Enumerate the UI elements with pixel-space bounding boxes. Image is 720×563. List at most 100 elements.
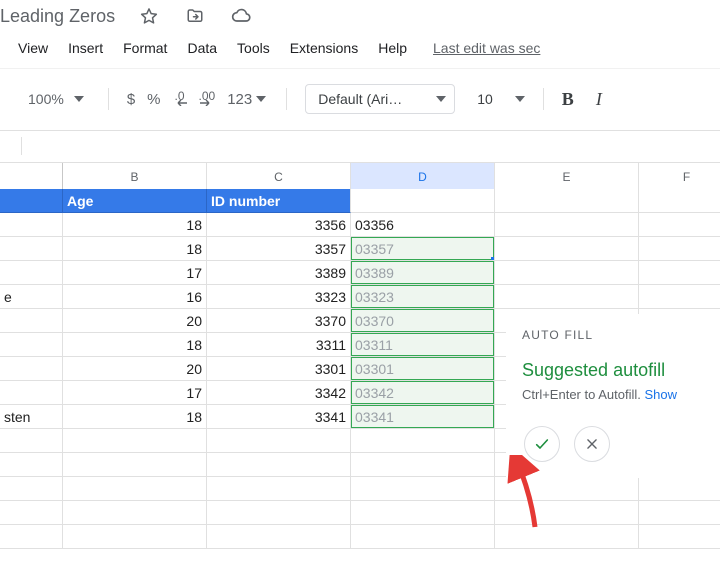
column-header-F[interactable]: F <box>639 163 720 190</box>
font-family-dropdown[interactable]: Default (Ari… <box>305 84 455 114</box>
autofill-suggestion-cell[interactable]: 03370 <box>351 309 495 333</box>
menu-help[interactable]: Help <box>378 40 407 56</box>
menu-insert[interactable]: Insert <box>68 40 103 56</box>
cell[interactable] <box>495 477 639 501</box>
autofill-accept-button[interactable] <box>524 426 560 462</box>
cell[interactable] <box>0 477 63 501</box>
cell[interactable] <box>495 261 639 285</box>
cloud-status-icon[interactable] <box>229 4 253 28</box>
cell[interactable] <box>495 237 639 261</box>
autofill-suggestion-cell[interactable]: 03301 <box>351 357 495 381</box>
cell[interactable]: 18 <box>63 405 207 429</box>
cell[interactable]: 3341 <box>207 405 351 429</box>
italic-button[interactable]: I <box>596 89 602 110</box>
column-header-stub[interactable] <box>0 163 63 190</box>
column-header-B[interactable]: B <box>63 163 207 190</box>
cell[interactable] <box>0 381 63 405</box>
cell[interactable] <box>207 525 351 549</box>
cell[interactable] <box>207 453 351 477</box>
cell[interactable]: 03356 <box>351 213 495 237</box>
cell[interactable] <box>0 357 63 381</box>
cell[interactable] <box>495 285 639 309</box>
cell[interactable] <box>639 213 720 237</box>
cell[interactable] <box>351 525 495 549</box>
cell[interactable] <box>63 477 207 501</box>
autofill-suggestion-cell[interactable]: 03341 <box>351 405 495 429</box>
cell[interactable] <box>351 453 495 477</box>
cell[interactable] <box>639 261 720 285</box>
autofill-suggestion-cell[interactable]: 03323 <box>351 285 495 309</box>
cell[interactable] <box>0 261 63 285</box>
cell[interactable] <box>495 213 639 237</box>
selected-cell[interactable]: 03357 <box>351 237 495 261</box>
cell[interactable] <box>639 477 720 501</box>
bold-button[interactable]: B <box>562 89 574 110</box>
more-formats-dropdown[interactable]: 123 <box>227 92 266 107</box>
cell[interactable] <box>0 213 63 237</box>
cell[interactable]: 3311 <box>207 333 351 357</box>
menu-tools[interactable]: Tools <box>237 40 270 56</box>
menu-view[interactable]: View <box>18 40 48 56</box>
cell[interactable] <box>495 189 639 213</box>
format-percent-button[interactable]: % <box>147 92 160 107</box>
cell[interactable] <box>639 285 720 309</box>
last-edit-link[interactable]: Last edit was sec <box>433 40 540 56</box>
cell[interactable] <box>0 237 63 261</box>
autofill-suggestion-cell[interactable]: 03389 <box>351 261 495 285</box>
cell[interactable]: 20 <box>63 357 207 381</box>
cell[interactable] <box>351 477 495 501</box>
menu-data[interactable]: Data <box>187 40 217 56</box>
cell[interactable] <box>0 429 63 453</box>
cell[interactable]: 17 <box>63 381 207 405</box>
autofill-suggestion-cell[interactable]: 03342 <box>351 381 495 405</box>
cell[interactable] <box>0 333 63 357</box>
cell[interactable] <box>63 501 207 525</box>
cell[interactable] <box>207 501 351 525</box>
cell[interactable] <box>639 189 720 213</box>
decrease-decimal-button[interactable]: .0 <box>173 92 187 106</box>
cell[interactable]: e <box>0 285 63 309</box>
move-folder-icon[interactable] <box>183 4 207 28</box>
cell-header-id[interactable]: ID number <box>207 189 351 213</box>
cell[interactable] <box>207 429 351 453</box>
column-header-D[interactable]: D <box>351 163 495 190</box>
cell[interactable] <box>0 453 63 477</box>
cell-header-age[interactable]: Age <box>63 189 207 213</box>
font-size-dropdown[interactable] <box>515 91 525 107</box>
autofill-reject-button[interactable] <box>574 426 610 462</box>
formula-bar[interactable] <box>0 131 720 161</box>
cell[interactable] <box>351 189 495 213</box>
star-icon[interactable] <box>137 4 161 28</box>
cell[interactable] <box>0 309 63 333</box>
cell[interactable] <box>63 453 207 477</box>
font-size-input[interactable]: 10 <box>477 91 493 107</box>
cell[interactable]: 16 <box>63 285 207 309</box>
column-header-C[interactable]: C <box>207 163 351 190</box>
cell[interactable]: 3342 <box>207 381 351 405</box>
cell[interactable]: 3370 <box>207 309 351 333</box>
increase-decimal-button[interactable]: .00 <box>199 92 216 106</box>
zoom-dropdown[interactable]: 100% <box>28 91 84 107</box>
cell[interactable] <box>0 501 63 525</box>
cell[interactable]: 3357 <box>207 237 351 261</box>
cell[interactable] <box>63 525 207 549</box>
cell[interactable] <box>351 429 495 453</box>
autofill-show-link[interactable]: Show <box>644 387 677 402</box>
cell[interactable]: sten <box>0 405 63 429</box>
cell[interactable] <box>639 501 720 525</box>
selection-handle[interactable] <box>491 257 495 261</box>
menu-format[interactable]: Format <box>123 40 167 56</box>
cell[interactable] <box>207 477 351 501</box>
cell[interactable] <box>495 501 639 525</box>
cell[interactable] <box>639 237 720 261</box>
cell[interactable] <box>639 525 720 549</box>
cell[interactable] <box>0 189 63 213</box>
cell[interactable]: 18 <box>63 237 207 261</box>
cell[interactable]: 3389 <box>207 261 351 285</box>
cell[interactable]: 18 <box>63 213 207 237</box>
cell[interactable]: 20 <box>63 309 207 333</box>
cell[interactable] <box>351 501 495 525</box>
document-title[interactable]: Leading Zeros <box>0 6 115 27</box>
format-currency-button[interactable]: $ <box>127 92 135 107</box>
column-header-E[interactable]: E <box>495 163 639 190</box>
